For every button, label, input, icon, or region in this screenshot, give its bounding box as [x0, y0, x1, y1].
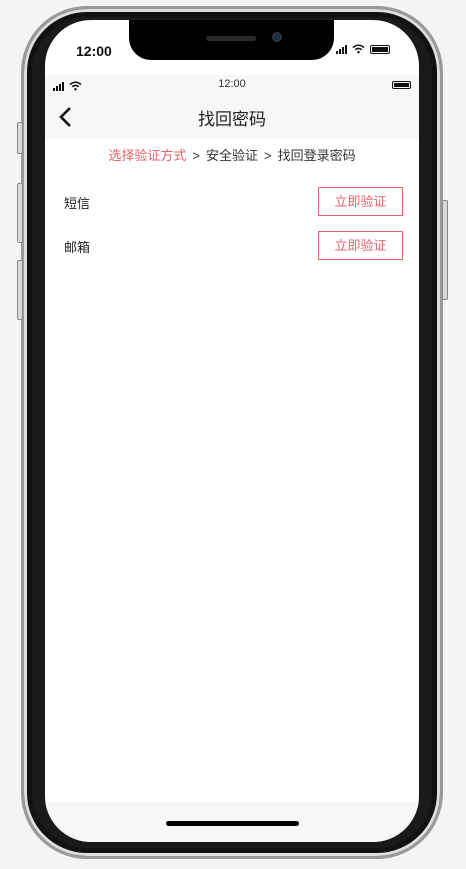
- device-status-time: 12:00: [76, 43, 112, 59]
- inner-status-bar: 12:00: [45, 75, 419, 95]
- method-row-sms: 短信 立即验证: [45, 187, 419, 217]
- volume-up-button: [17, 183, 23, 243]
- bottom-safe-area: [45, 802, 419, 842]
- method-row-email: 邮箱 立即验证: [45, 231, 419, 261]
- navigation-bar: 找回密码: [45, 95, 419, 139]
- step-security-verify: 安全验证: [205, 148, 258, 163]
- wifi-icon: [352, 44, 365, 54]
- step-reset-password: 找回登录密码: [277, 148, 356, 163]
- verify-sms-button[interactable]: 立即验证: [318, 187, 403, 216]
- home-indicator[interactable]: [166, 821, 299, 826]
- device-connectivity-icons: [336, 44, 390, 54]
- step-separator: >: [192, 148, 200, 163]
- battery-icon: [370, 44, 390, 54]
- signal-icon: [336, 44, 347, 54]
- device-status-bar: 12:00: [45, 40, 419, 64]
- method-label-sms: 短信: [64, 196, 91, 211]
- progress-steps: 选择验证方式 > 安全验证 > 找回登录密码: [45, 145, 419, 164]
- inner-status-time: 12:00: [218, 78, 246, 90]
- method-label-email: 邮箱: [64, 240, 91, 255]
- app-screen: 12:00 找回密码 选择验证方式 > 安全验证 > 找回登录密码 短信 立即验证 邮箱…: [45, 20, 419, 842]
- step-select-method: 选择验证方式: [108, 148, 187, 163]
- step-separator: >: [264, 148, 272, 163]
- page-title: 找回密码: [198, 110, 266, 129]
- volume-down-button: [17, 260, 23, 320]
- mute-switch: [17, 122, 23, 154]
- inner-battery-icon: [392, 81, 411, 89]
- power-button: [442, 200, 448, 300]
- verify-email-button[interactable]: 立即验证: [318, 231, 403, 260]
